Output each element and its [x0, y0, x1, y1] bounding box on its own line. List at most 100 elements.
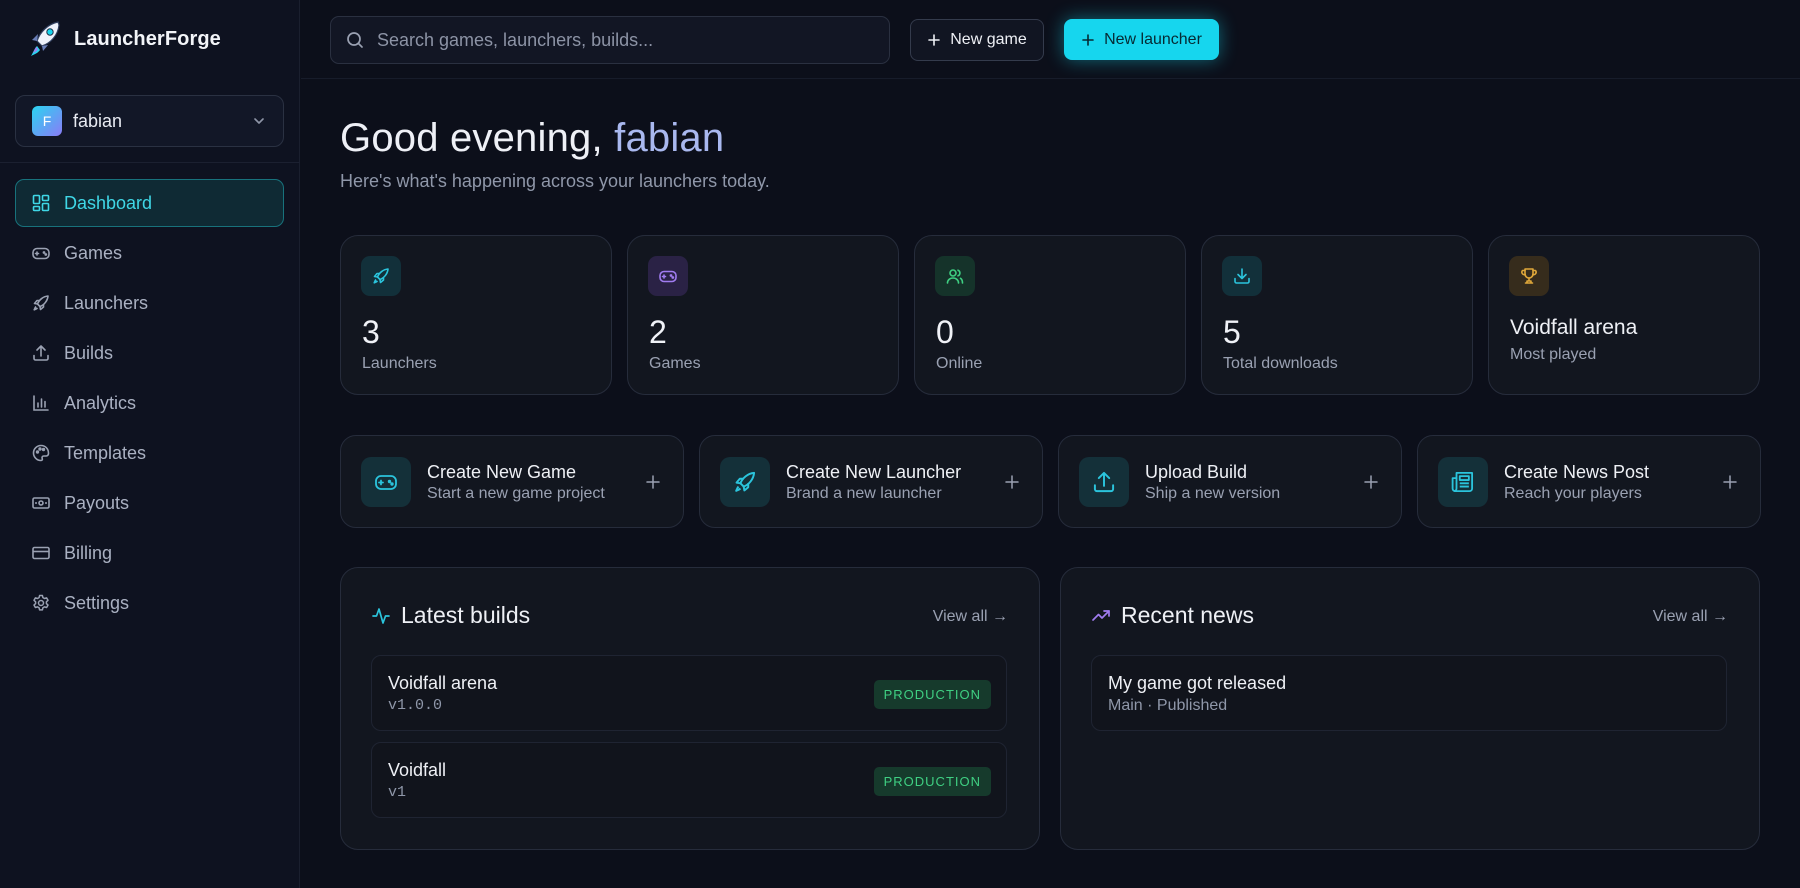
avatar: F [32, 106, 62, 136]
stat-value: 3 [362, 314, 380, 350]
sidebar-item-games[interactable]: Games [15, 229, 284, 277]
sidebar-nav: Dashboard Games Launchers Builds Analyti… [15, 179, 284, 629]
action-icon-wrap [720, 457, 770, 507]
build-row[interactable]: Voidfall v1 PRODUCTION [371, 742, 1007, 818]
search-icon [347, 32, 363, 48]
stat-value: 2 [649, 314, 667, 350]
news-title: My game got released [1108, 673, 1287, 693]
stat-label: Online [936, 355, 983, 372]
stat-icon-wrap [361, 256, 401, 296]
sidebar-item-payouts[interactable]: Payouts [15, 479, 284, 527]
panel-header: Recent news [1091, 602, 1254, 629]
account-name: fabian [73, 110, 123, 131]
sidebar-item-label: Billing [64, 542, 113, 563]
action-icon-wrap [361, 457, 411, 507]
sidebar-item-label: Games [64, 242, 123, 263]
trophy-icon [1521, 268, 1537, 284]
view-all-news-link[interactable]: View all → [1653, 608, 1728, 626]
sidebar-item-billing[interactable]: Billing [15, 529, 284, 577]
rocket-icon [735, 471, 756, 492]
plus-icon [1723, 475, 1737, 489]
rocket-logo-icon [31, 21, 60, 56]
trending-up-icon [1092, 609, 1110, 621]
new-launcher-button[interactable]: New launcher [1064, 19, 1219, 60]
sidebar-item-dashboard[interactable]: Dashboard [15, 179, 284, 227]
action-create-launcher[interactable]: Create New Launcher Brand a new launcher [699, 435, 1043, 528]
stat-card-games: 2 Games [627, 235, 899, 395]
new-game-label: New game [950, 31, 1027, 48]
sidebar-item-label: Analytics [64, 392, 137, 413]
action-create-game[interactable]: Create New Game Start a new game project [340, 435, 684, 528]
stat-icon-wrap [1509, 256, 1549, 296]
stat-label: Total downloads [1223, 355, 1338, 372]
download-icon [1234, 268, 1250, 284]
action-subtitle: Ship a new version [1145, 485, 1281, 502]
sidebar-item-templates[interactable]: Templates [15, 429, 284, 477]
sidebar-item-label: Templates [64, 442, 147, 463]
build-row[interactable]: Voidfall arena v1.0.0 PRODUCTION [371, 655, 1007, 731]
build-name: Voidfall [388, 760, 447, 780]
status-badge: PRODUCTION [873, 767, 991, 796]
sidebar-item-builds[interactable]: Builds [15, 329, 284, 377]
news-row[interactable]: My game got released Main · Published [1091, 655, 1727, 731]
bar-chart-icon [33, 395, 49, 411]
upload-icon [1093, 471, 1115, 493]
sidebar: LauncherForge F fabian Dashboard Games L… [0, 0, 300, 888]
action-subtitle: Start a new game project [427, 485, 605, 502]
sidebar-item-label: Dashboard [64, 192, 153, 213]
page-subtitle: Here's what's happening across your laun… [340, 171, 770, 191]
activity-icon [372, 607, 390, 624]
latest-builds-panel: Latest builds View all → Voidfall arena … [340, 567, 1040, 850]
sidebar-item-settings[interactable]: Settings [15, 579, 284, 627]
plus-icon [928, 34, 941, 46]
greeting-username: fabian [614, 116, 725, 160]
recent-news-panel: Recent news View all → My game got relea… [1060, 567, 1760, 850]
gamepad-icon [375, 475, 397, 490]
sidebar-item-launchers[interactable]: Launchers [15, 279, 284, 327]
banknote-icon [32, 497, 50, 509]
brand[interactable]: LauncherForge [28, 18, 221, 60]
news-meta: Main · Published [1108, 697, 1228, 714]
stat-value: Voidfall arena [1510, 316, 1638, 339]
palette-icon [32, 444, 50, 462]
stat-card-online: 0 Online [914, 235, 1186, 395]
build-name: Voidfall arena [388, 673, 498, 693]
stat-icon-wrap [935, 256, 975, 296]
account-switcher[interactable]: F fabian [15, 95, 284, 147]
page-title: Good evening, fabian [340, 116, 724, 161]
stat-label: Games [649, 355, 701, 372]
sidebar-item-analytics[interactable]: Analytics [15, 379, 284, 427]
plus-icon [1005, 475, 1019, 489]
build-version: v1 [388, 784, 407, 801]
search-box[interactable] [330, 16, 890, 64]
action-title: Upload Build [1145, 462, 1248, 482]
status-badge: PRODUCTION [873, 680, 991, 709]
stat-card-downloads: 5 Total downloads [1201, 235, 1473, 395]
action-icon-wrap [1438, 457, 1488, 507]
search-input[interactable] [377, 29, 875, 51]
newspaper-icon [1451, 471, 1474, 493]
gear-icon [33, 594, 49, 611]
view-all-builds-link[interactable]: View all → [933, 608, 1008, 626]
gamepad-icon [32, 247, 50, 260]
new-launcher-label: New launcher [1104, 30, 1202, 48]
app-name: LauncherForge [74, 27, 221, 50]
sidebar-divider [0, 162, 300, 163]
panel-header: Latest builds [371, 602, 530, 629]
rocket-icon [33, 295, 49, 311]
action-subtitle: Reach your players [1504, 485, 1642, 502]
gamepad-icon [659, 270, 677, 283]
stat-label: Launchers [362, 355, 437, 372]
action-create-news-post[interactable]: Create News Post Reach your players [1417, 435, 1761, 528]
stat-icon-wrap [648, 256, 688, 296]
new-game-button[interactable]: New game [910, 19, 1044, 61]
action-upload-build[interactable]: Upload Build Ship a new version [1058, 435, 1402, 528]
sidebar-item-label: Builds [64, 342, 114, 363]
stat-card-launchers: 3 Launchers [340, 235, 612, 395]
stat-icon-wrap [1222, 256, 1262, 296]
stat-card-most-played: Voidfall arena Most played [1488, 235, 1760, 395]
action-title: Create New Game [427, 462, 577, 482]
plus-icon [1364, 475, 1378, 489]
chevron-down-icon [254, 118, 264, 124]
stat-label: Most played [1510, 346, 1597, 363]
